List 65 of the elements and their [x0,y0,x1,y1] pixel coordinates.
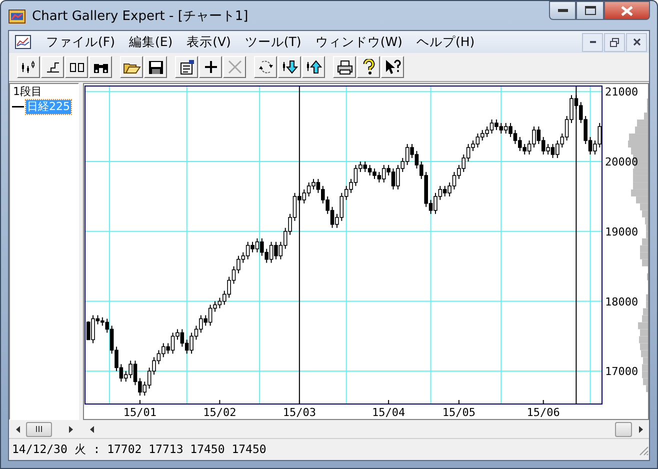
axis-label: 15/05 [442,406,476,419]
plus-button[interactable] [199,56,222,78]
right-arrow-icon [638,426,642,432]
printer-icon [336,59,354,75]
up-arrow-icon [304,59,322,75]
step-line-button[interactable] [41,56,64,78]
properties-icon [178,59,196,75]
close-icon [632,38,640,46]
rotate-button[interactable] [254,56,277,78]
left-arrow-icon [90,426,94,432]
right-arrow-icon [68,426,72,432]
status-text: 14/12/30 火 : 17702 17713 17450 17450 [12,442,266,457]
axis-label: 15/01 [123,406,156,419]
down-arrow-icon [280,59,298,75]
pointer-help-icon [384,59,402,75]
axis-label: 17000 [605,365,638,378]
axis-label: 15/04 [372,406,406,419]
axis-label: 21000 [605,86,638,99]
floppy-disk-button[interactable] [144,56,167,78]
maximize-icon [584,6,596,15]
close-button[interactable] [604,1,650,20]
menu-item[interactable]: 表示(V) [180,34,238,50]
binoculars-button[interactable] [89,56,112,78]
restore-icon [610,38,619,46]
grip-icon [35,426,43,432]
tree-item[interactable]: 1段目 [12,85,43,99]
axis-label: 15/06 [526,406,560,419]
resize-grip-icon[interactable] [637,444,649,456]
two-panes-button[interactable] [65,56,88,78]
menu-item[interactable]: ウィンドウ(W) [308,34,410,50]
minimize-button[interactable] [549,1,576,20]
up-arrow-button[interactable] [302,56,325,78]
axis-label: 18000 [605,295,638,308]
tree-connector-icon [12,106,24,108]
folder-button[interactable] [120,56,143,78]
rotate-icon [256,59,274,75]
app-icon [8,8,26,26]
minimize-icon [558,8,568,12]
minimize-icon [590,40,596,44]
left-arrow-icon [16,426,20,432]
scrollbar-thumb[interactable] [615,422,632,436]
axis-label: 19000 [605,225,638,238]
pointer-help-button[interactable] [381,56,404,78]
scrollbar-thumb[interactable] [26,422,52,436]
menu-item[interactable]: ツール(T) [238,34,308,50]
restore-button[interactable] [604,32,625,52]
axis-label: 20000 [605,155,638,168]
axis-label: 15/03 [282,406,316,419]
maximize-button[interactable] [576,1,604,20]
chart-document-icon[interactable] [15,35,31,49]
printer-button[interactable] [333,56,356,78]
window-title: Chart Gallery Expert - [チャート1] [32,8,248,24]
question-mark-button[interactable] [357,56,380,78]
properties-button[interactable] [175,56,198,78]
down-arrow-button[interactable] [278,56,301,78]
candlestick-icon [20,59,38,75]
cross-icon [226,59,244,75]
candlestick-button[interactable] [17,56,40,78]
menu-item[interactable]: ファイル(F) [39,34,122,50]
close-icon [621,6,633,16]
axis-label: 15/02 [203,406,236,419]
minimize-button[interactable] [582,32,603,52]
menu-item[interactable]: 編集(E) [122,34,180,50]
menu-item[interactable]: ヘルプ(H) [409,34,482,50]
close-button[interactable] [626,32,647,52]
